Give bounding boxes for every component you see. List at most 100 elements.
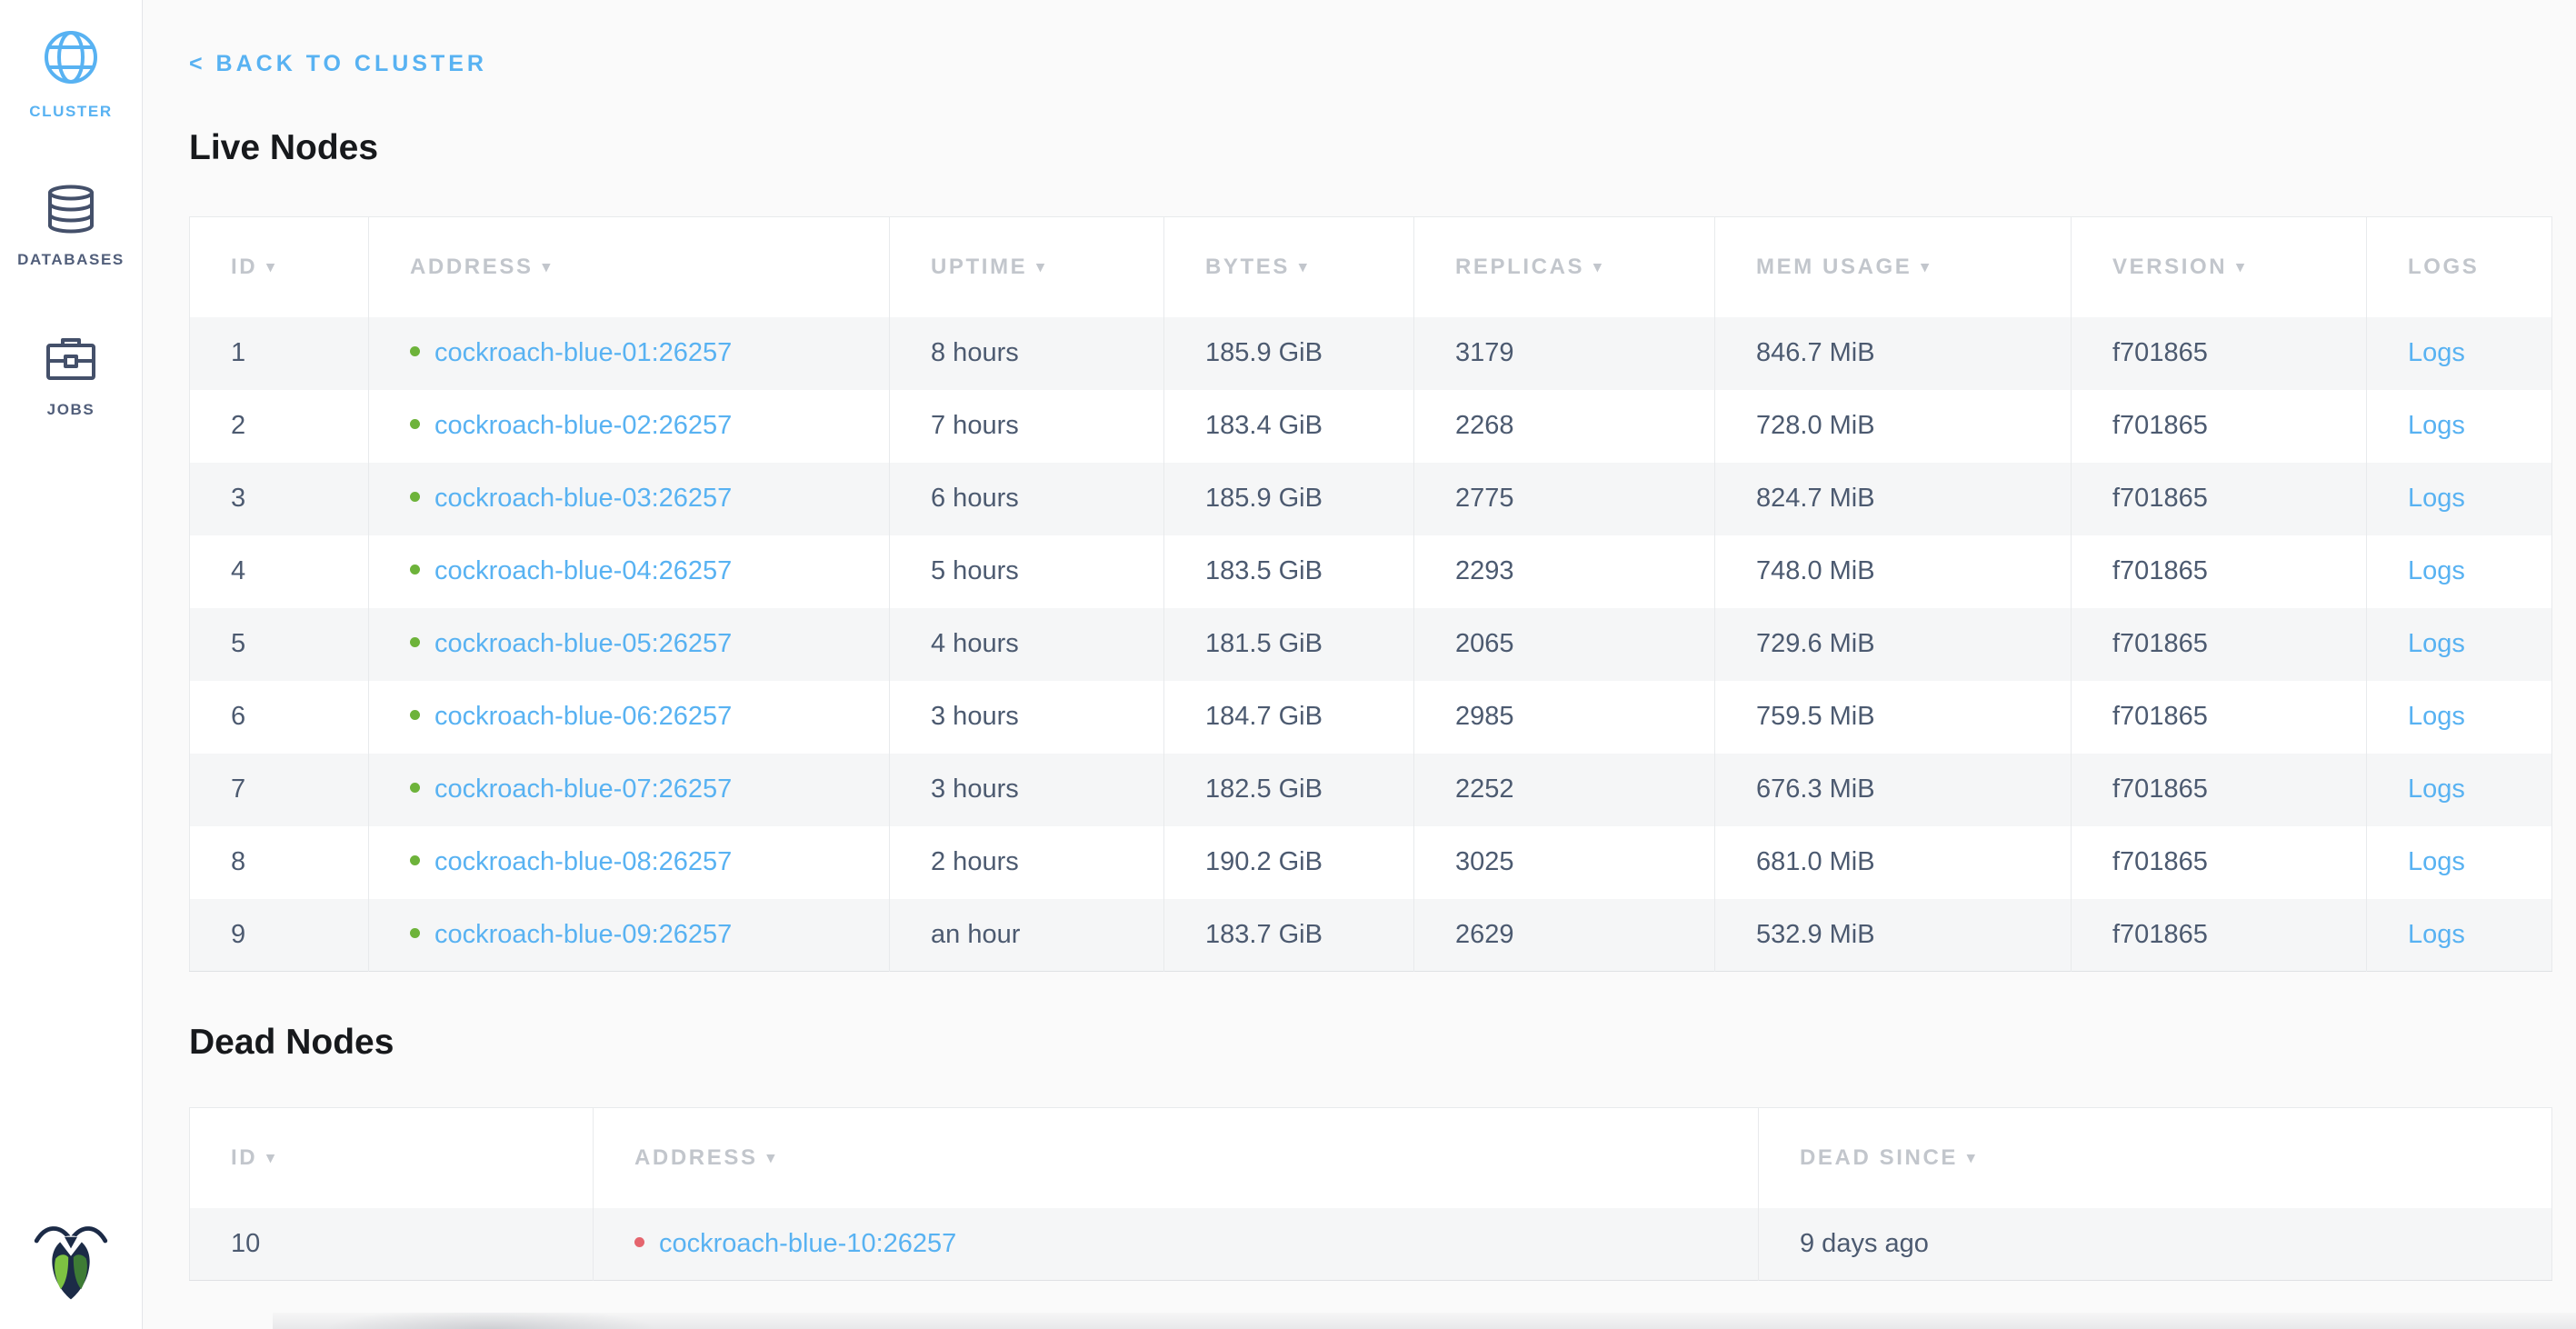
sort-arrow-icon: ▾ bbox=[1967, 1149, 1977, 1167]
column-header-label: ID bbox=[231, 255, 257, 279]
node-logs-link[interactable]: Logs bbox=[2408, 484, 2465, 513]
node-logs-cell: Logs bbox=[2367, 754, 2552, 826]
node-logs-link[interactable]: Logs bbox=[2408, 338, 2465, 367]
dead-since-cell: 9 days ago bbox=[1759, 1208, 2552, 1281]
column-header-version[interactable]: VERSION▾ bbox=[2072, 217, 2367, 317]
node-uptime-cell: 2 hours bbox=[890, 826, 1164, 899]
node-mem-usage-cell: 824.7 MiB bbox=[1715, 463, 2072, 535]
node-mem-usage-cell: 748.0 MiB bbox=[1715, 535, 2072, 608]
node-logs-link[interactable]: Logs bbox=[2408, 774, 2465, 804]
column-header-id[interactable]: ID▾ bbox=[190, 1108, 594, 1208]
node-logs-link[interactable]: Logs bbox=[2408, 411, 2465, 440]
sort-arrow-icon: ▾ bbox=[266, 258, 276, 276]
node-logs-cell: Logs bbox=[2367, 317, 2552, 390]
node-address-cell: cockroach-blue-04:26257 bbox=[369, 535, 890, 608]
sort-arrow-icon: ▾ bbox=[1593, 258, 1603, 276]
node-replicas-cell: 2775 bbox=[1414, 463, 1715, 535]
node-id-cell: 8 bbox=[190, 826, 369, 899]
live-status-dot-icon bbox=[410, 855, 420, 865]
node-logs-cell: Logs bbox=[2367, 899, 2552, 972]
node-mem-usage-cell: 729.6 MiB bbox=[1715, 608, 2072, 681]
node-address-link[interactable]: cockroach-blue-02:26257 bbox=[434, 411, 732, 440]
column-header-address[interactable]: ADDRESS▾ bbox=[369, 217, 890, 317]
node-uptime-cell: 3 hours bbox=[890, 681, 1164, 754]
column-header-label: BYTES bbox=[1205, 255, 1290, 279]
node-address-link[interactable]: cockroach-blue-05:26257 bbox=[434, 629, 732, 658]
column-header-label: VERSION bbox=[2112, 255, 2227, 279]
sidebar-item-label: JOBS bbox=[47, 401, 95, 419]
node-address-cell: cockroach-blue-10:26257 bbox=[594, 1208, 1759, 1281]
node-id-cell: 6 bbox=[190, 681, 369, 754]
column-header-label: LOGS bbox=[2408, 255, 2479, 279]
node-address-cell: cockroach-blue-01:26257 bbox=[369, 317, 890, 390]
node-logs-cell: Logs bbox=[2367, 390, 2552, 463]
column-header-label: MEM USAGE bbox=[1756, 255, 1912, 279]
live-status-dot-icon bbox=[410, 492, 420, 502]
node-version-cell: f701865 bbox=[2072, 681, 2367, 754]
node-logs-link[interactable]: Logs bbox=[2408, 629, 2465, 658]
node-bytes-cell: 190.2 GiB bbox=[1164, 826, 1414, 899]
node-address-link[interactable]: cockroach-blue-04:26257 bbox=[434, 556, 732, 585]
database-icon bbox=[45, 185, 97, 238]
node-logs-link[interactable]: Logs bbox=[2408, 556, 2465, 585]
dead-nodes-header-row: ID▾ADDRESS▾ DEAD SINCE ▾ bbox=[190, 1108, 2552, 1208]
node-address-cell: cockroach-blue-03:26257 bbox=[369, 463, 890, 535]
node-address-link[interactable]: cockroach-blue-09:26257 bbox=[434, 920, 732, 949]
node-id-cell: 9 bbox=[190, 899, 369, 972]
column-header-mem-usage[interactable]: MEM USAGE▾ bbox=[1715, 217, 2072, 317]
node-id-cell: 3 bbox=[190, 463, 369, 535]
node-id-cell: 10 bbox=[190, 1208, 594, 1281]
app-window: CLUSTER DATABASES bbox=[0, 0, 2576, 1329]
column-header-dead-since[interactable]: DEAD SINCE ▾ bbox=[1759, 1108, 2552, 1208]
node-mem-usage-cell: 728.0 MiB bbox=[1715, 390, 2072, 463]
node-replicas-cell: 2268 bbox=[1414, 390, 1715, 463]
column-header-uptime[interactable]: UPTIME▾ bbox=[890, 217, 1164, 317]
column-header-bytes[interactable]: BYTES▾ bbox=[1164, 217, 1414, 317]
column-header-address[interactable]: ADDRESS▾ bbox=[594, 1108, 1759, 1208]
node-bytes-cell: 185.9 GiB bbox=[1164, 463, 1414, 535]
node-logs-link[interactable]: Logs bbox=[2408, 702, 2465, 731]
dead-nodes-table: ID▾ADDRESS▾ DEAD SINCE ▾ 10 cockroach-blue-… bbox=[189, 1107, 2552, 1281]
column-header-replicas[interactable]: REPLICAS▾ bbox=[1414, 217, 1715, 317]
sidebar-item-jobs[interactable]: JOBS bbox=[0, 336, 142, 419]
node-address-link[interactable]: cockroach-blue-03:26257 bbox=[434, 484, 732, 513]
node-address-link[interactable]: cockroach-blue-10:26257 bbox=[659, 1229, 956, 1258]
sidebar-item-cluster[interactable]: CLUSTER bbox=[0, 29, 142, 121]
column-header-label: DEAD SINCE bbox=[1800, 1145, 1958, 1170]
table-row: 2cockroach-blue-02:262577 hours183.4 GiB… bbox=[190, 390, 2552, 463]
node-version-cell: f701865 bbox=[2072, 754, 2367, 826]
globe-icon bbox=[43, 29, 99, 90]
node-address-link[interactable]: cockroach-blue-07:26257 bbox=[434, 774, 732, 804]
live-nodes-table: ID▾ADDRESS▾UPTIME▾BYTES▾REPLICAS▾MEM USA… bbox=[189, 216, 2552, 972]
node-version-cell: f701865 bbox=[2072, 899, 2367, 972]
column-header-label: UPTIME bbox=[931, 255, 1027, 279]
node-replicas-cell: 2293 bbox=[1414, 535, 1715, 608]
live-status-dot-icon bbox=[410, 928, 420, 938]
main-content: < BACK TO CLUSTER Live Nodes ID▾ADDRESS▾… bbox=[143, 0, 2576, 1329]
sort-arrow-icon: ▾ bbox=[543, 258, 553, 276]
table-row: 4cockroach-blue-04:262575 hours183.5 GiB… bbox=[190, 535, 2552, 608]
node-logs-link[interactable]: Logs bbox=[2408, 847, 2465, 876]
cockroach-logo[interactable] bbox=[33, 1219, 109, 1305]
node-logs-link[interactable]: Logs bbox=[2408, 920, 2465, 949]
node-version-cell: f701865 bbox=[2072, 463, 2367, 535]
sidebar-item-databases[interactable]: DATABASES bbox=[0, 185, 142, 269]
node-address-link[interactable]: cockroach-blue-06:26257 bbox=[434, 702, 732, 731]
node-address-link[interactable]: cockroach-blue-01:26257 bbox=[434, 338, 732, 367]
sidebar-item-label: DATABASES bbox=[17, 251, 125, 269]
node-logs-cell: Logs bbox=[2367, 608, 2552, 681]
node-replicas-cell: 2065 bbox=[1414, 608, 1715, 681]
table-row: 5cockroach-blue-05:262574 hours181.5 GiB… bbox=[190, 608, 2552, 681]
back-to-cluster-link[interactable]: < BACK TO CLUSTER bbox=[189, 53, 487, 75]
node-address-link[interactable]: cockroach-blue-08:26257 bbox=[434, 847, 732, 876]
column-header-id[interactable]: ID ▾ bbox=[190, 217, 369, 317]
node-address-cell: cockroach-blue-05:26257 bbox=[369, 608, 890, 681]
node-uptime-cell: 3 hours bbox=[890, 754, 1164, 826]
table-row: 8 cockroach-blue-08:26257 2 hours190.2 GiB… bbox=[190, 826, 2552, 899]
column-header-logs: LOGS bbox=[2367, 217, 2552, 317]
node-version-cell: f701865 bbox=[2072, 390, 2367, 463]
live-status-dot-icon bbox=[410, 710, 420, 720]
live-status-dot-icon bbox=[410, 419, 420, 429]
sidebar: CLUSTER DATABASES bbox=[0, 0, 143, 1329]
table-row: 7cockroach-blue-07:262573 hours182.5 GiB… bbox=[190, 754, 2552, 826]
